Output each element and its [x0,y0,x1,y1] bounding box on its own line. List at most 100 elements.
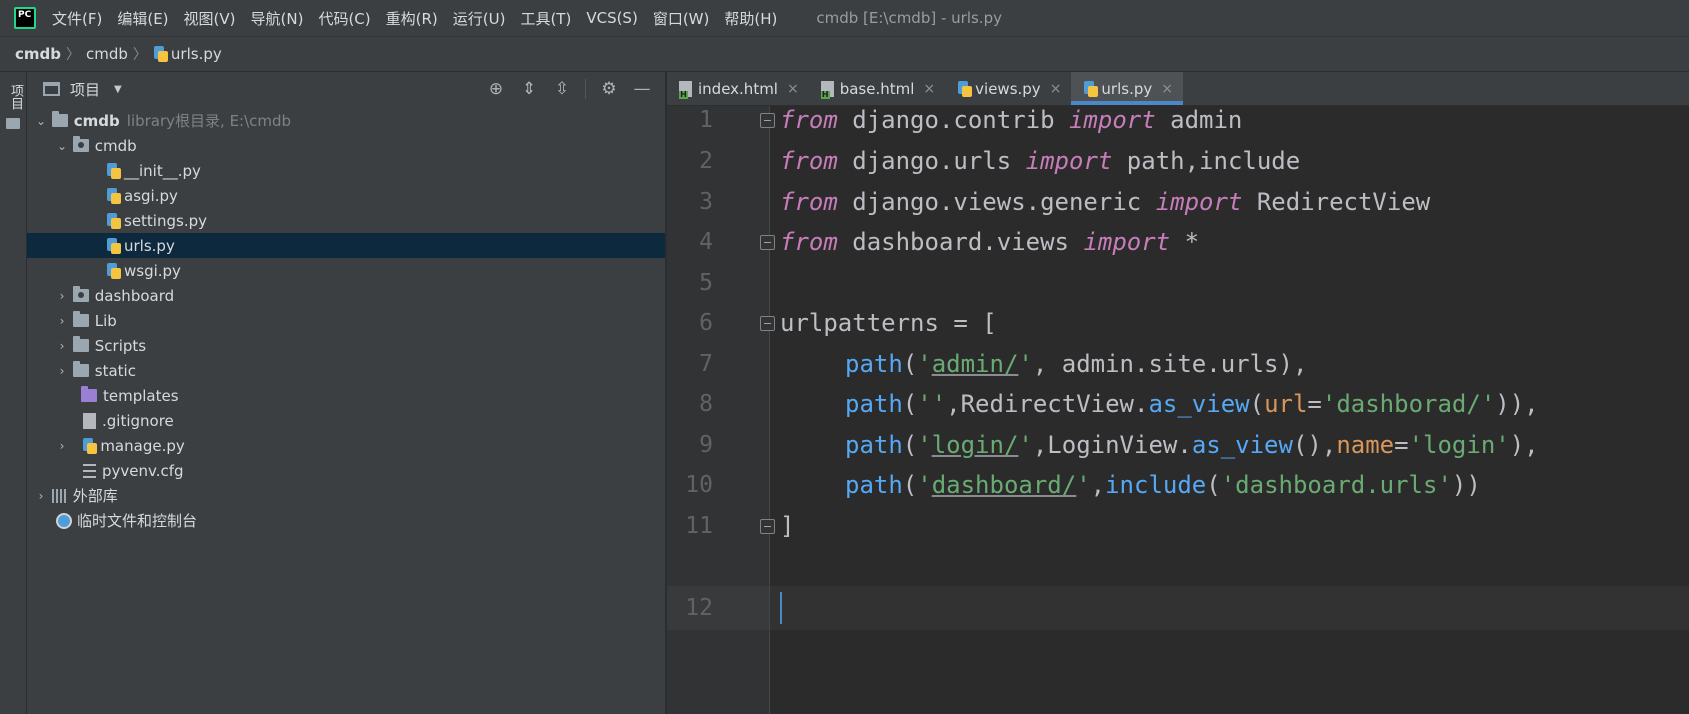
menu-bar: PC 文件(F) 编辑(E) 视图(V) 导航(N) 代码(C) 重构(R) 运… [0,0,1689,36]
code-token: ( [902,390,918,418]
code-line-12[interactable]: 12 [667,586,713,630]
code-line-10[interactable]: 10 path('dashboard/',include('dashboard.… [667,463,1481,507]
code-token: '' [917,390,947,418]
chevron-right-icon[interactable]: › [56,439,68,453]
menu-navigate[interactable]: 导航(N) [251,8,304,29]
tree-node-cmdb-package[interactable]: ⌄ cmdb [27,133,665,158]
code-line-3[interactable]: 3 from django.views.generic import Redir… [667,180,1430,224]
collapse-all-icon[interactable]: ⇳ [552,79,572,99]
line-number: 11 [685,513,713,539]
menu-edit[interactable]: 编辑(E) [117,8,168,29]
code-editor[interactable]: 1 from django.contrib import admin 2 fro… [667,106,1689,714]
close-icon[interactable]: × [1161,81,1173,97]
fold-icon[interactable] [760,235,775,250]
close-icon[interactable]: × [787,81,799,97]
line-number: 4 [699,229,713,255]
menu-file[interactable]: 文件(F) [52,8,102,29]
menu-tools[interactable]: 工具(T) [520,8,571,29]
code-line-4[interactable]: 4 from dashboard.views import * [667,220,1199,264]
tree-node-label: urls.py [124,236,175,255]
menu-run[interactable]: 运行(U) [453,8,506,29]
chevron-right-icon[interactable]: › [56,314,68,328]
tab-label: index.html [698,79,778,98]
menu-view[interactable]: 视图(V) [184,8,236,29]
gear-icon[interactable]: ⚙ [599,79,619,99]
line-number: 6 [699,310,713,336]
code-token: 'login' [1408,431,1510,459]
code-token: ' [1018,350,1033,378]
tab-urls-py[interactable]: urls.py × [1071,72,1183,105]
close-icon[interactable]: × [923,81,935,97]
code-token: url [1264,390,1308,418]
code-line-6[interactable]: 6 urlpatterns = [ [667,301,997,345]
code-line-8[interactable]: 8 path('',RedirectView.as_view(url='dash… [667,382,1538,426]
code-token: django.urls [837,147,1026,175]
breadcrumb-package[interactable]: cmdb [86,45,128,63]
tree-node-label: wsgi.py [124,261,181,280]
code-token: * [1170,228,1200,256]
close-icon[interactable]: × [1050,81,1062,97]
menu-window[interactable]: 窗口(W) [653,8,710,29]
ignore-file-icon [83,412,96,429]
chevron-down-icon[interactable]: ▼ [114,84,122,95]
code-line-11[interactable]: 11 ] [667,504,794,548]
code-token: import [1083,228,1171,256]
fold-icon[interactable] [760,519,775,534]
pycharm-logo-icon[interactable]: PC [14,7,36,29]
toolbar-divider [585,79,586,99]
code-line-9[interactable]: 9 path('login/',LoginView.as_view(),name… [667,423,1539,467]
chevron-right-icon[interactable]: › [56,364,68,378]
templates-folder-icon [81,386,97,402]
code-token: )), [1495,390,1539,418]
tree-node-lib[interactable]: › Lib [27,308,665,333]
code-line-1[interactable]: 1 from django.contrib import admin [667,98,1242,142]
tree-node-cmdb-root[interactable]: ⌄ cmdb library根目录, E:\cmdb [27,108,665,133]
menu-help[interactable]: 帮助(H) [724,8,777,29]
tree-node-settings-py[interactable]: settings.py [27,208,665,233]
code-token: django.views.generic [837,188,1156,216]
breadcrumb-file[interactable]: urls.py [171,45,222,63]
code-line-7[interactable]: 7 path('admin/', admin.site.urls), [667,342,1307,386]
locate-icon[interactable]: ⊕ [486,79,506,99]
menu-vcs[interactable]: VCS(S) [586,9,637,27]
breadcrumb: cmdb 〉 cmdb 〉 urls.py [0,36,1689,72]
tree-node-urls-py[interactable]: urls.py [27,233,665,258]
tree-node-wsgi-py[interactable]: wsgi.py [27,258,665,283]
menu-code[interactable]: 代码(C) [318,8,370,29]
tab-views-py[interactable]: views.py × [945,72,1071,105]
line-number: 1 [699,107,713,133]
line-number: 7 [699,351,713,377]
chevron-right-icon[interactable]: › [56,289,68,303]
tree-node-pyvenv-cfg[interactable]: pyvenv.cfg [27,458,665,483]
tree-node-static[interactable]: › static [27,358,665,383]
tree-node-scripts[interactable]: › Scripts [27,333,665,358]
tree-node-label: manage.py [100,436,185,455]
menu-refactor[interactable]: 重构(R) [386,8,438,29]
logo-text: PC [18,10,32,20]
breadcrumb-project[interactable]: cmdb [15,45,61,63]
tree-node-init-py[interactable]: __init__.py [27,158,665,183]
chevron-down-icon[interactable]: ⌄ [35,114,47,128]
chevron-right-icon[interactable]: › [56,339,68,353]
chevron-right-icon[interactable]: › [35,489,47,503]
fold-icon[interactable] [760,113,775,128]
minimize-icon[interactable]: — [632,79,652,99]
tree-node-dashboard[interactable]: › dashboard [27,283,665,308]
code-line-2[interactable]: 2 from django.urls import path,include [667,139,1300,183]
tree-node-asgi-py[interactable]: asgi.py [27,183,665,208]
left-tool-strip: 项目 [0,72,27,714]
project-panel-title[interactable]: 项目 [70,79,100,100]
tree-node-templates[interactable]: templates [27,383,665,408]
code-line-5[interactable]: 5 [667,261,713,305]
code-token: as_view [1191,431,1293,459]
tree-node-scratches[interactable]: 临时文件和控制台 [27,508,665,533]
tree-node-manage-py[interactable]: › manage.py [27,433,665,458]
tab-base-html[interactable]: base.html × [809,72,945,105]
project-panel-toolbar: ⊕ ⇕ ⇳ ⚙ — [486,72,665,106]
expand-all-icon[interactable]: ⇕ [519,79,539,99]
folder-icon [72,336,89,352]
tree-node-external-libraries[interactable]: › 外部库 [27,483,665,508]
tree-node-gitignore[interactable]: .gitignore [27,408,665,433]
chevron-down-icon[interactable]: ⌄ [56,139,68,153]
fold-icon[interactable] [760,316,775,331]
